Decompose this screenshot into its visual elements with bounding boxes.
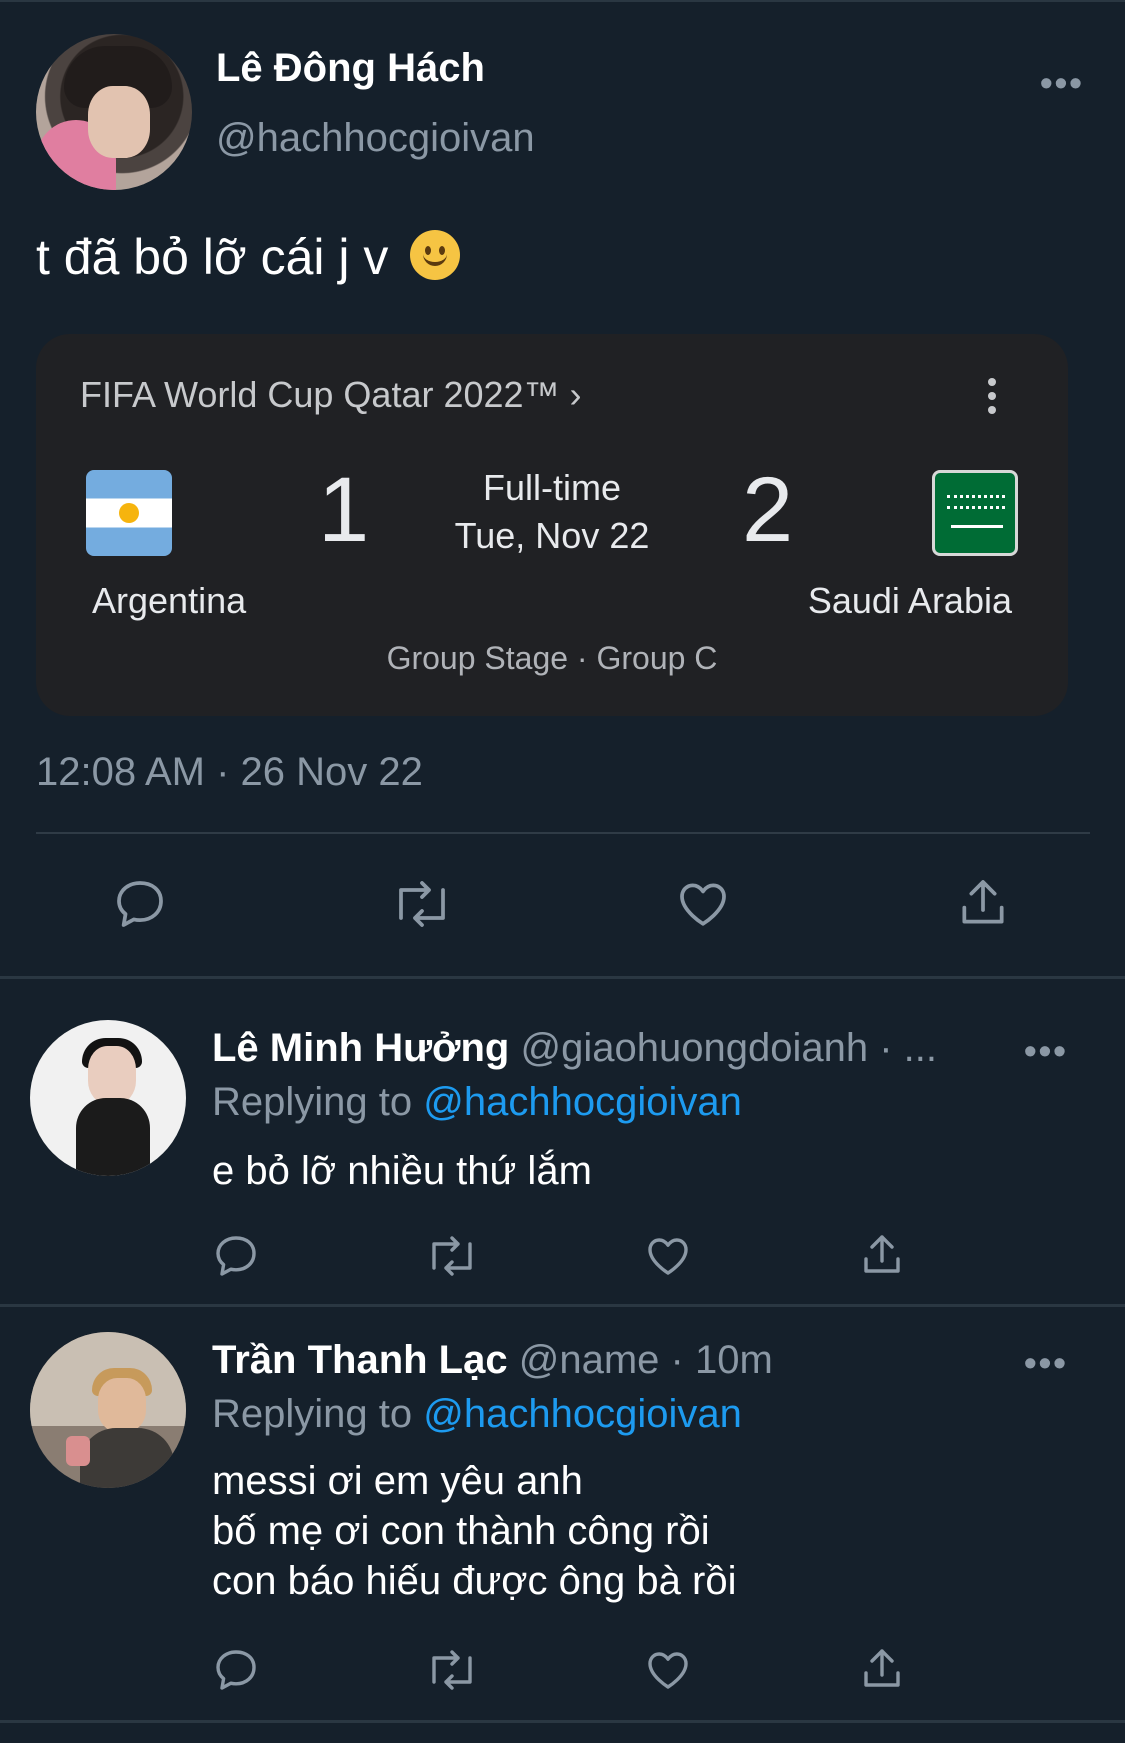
share-icon[interactable] xyxy=(858,1644,906,1694)
reply-meta: @name · 10m xyxy=(518,1338,773,1382)
more-horizontal-icon[interactable]: ••• xyxy=(1024,1030,1068,1072)
reply-divider xyxy=(0,1720,1125,1723)
match-stage: Group Stage · Group C xyxy=(386,640,718,676)
away-team-name: Saudi Arabia xyxy=(807,580,1012,621)
match-card-title[interactable]: FIFA World Cup Qatar 2022™ › xyxy=(80,374,582,416)
tweet-timestamp[interactable]: 12:08 AM · 26 Nov 22 xyxy=(36,750,423,795)
match-status: Full-time Tue, Nov 22 xyxy=(416,464,688,560)
main-tweet: Lê Đông Hách @hachhocgioivan ••• t đã bỏ… xyxy=(0,0,1125,980)
reply-display-name[interactable]: Lê Minh Hưởng xyxy=(212,1026,509,1070)
reply-icon[interactable] xyxy=(212,1232,260,1280)
reply-divider xyxy=(0,976,1125,979)
saudi-arabia-flag-icon xyxy=(932,470,1018,556)
reply-icon[interactable] xyxy=(212,1646,260,1694)
reply-header: Lê Minh Hưởng @giaohuongdoianh · ... xyxy=(212,1026,937,1071)
home-score: 1 xyxy=(318,459,370,561)
replying-to: Replying to @hachhocgioivan xyxy=(212,1392,742,1437)
reply-display-name[interactable]: Trần Thanh Lạc xyxy=(212,1338,508,1382)
more-horizontal-icon[interactable]: ••• xyxy=(1040,62,1084,104)
more-horizontal-icon[interactable]: ••• xyxy=(1024,1342,1068,1384)
reply-divider xyxy=(0,1304,1125,1307)
replying-to: Replying to @hachhocgioivan xyxy=(212,1080,742,1125)
tweet-text-content: t đã bỏ lỡ cái j v xyxy=(36,229,389,285)
home-team-name: Argentina xyxy=(92,580,247,621)
like-icon[interactable] xyxy=(644,1232,692,1280)
retweet-icon[interactable] xyxy=(424,1232,480,1280)
tweet-text: t đã bỏ lỡ cái j v xyxy=(36,228,461,286)
replying-prefix: Replying to xyxy=(212,1392,424,1436)
share-icon[interactable] xyxy=(858,1230,906,1280)
reply-header: Trần Thanh Lạc @name · 10m xyxy=(212,1338,773,1383)
reply-avatar[interactable] xyxy=(30,1020,186,1176)
away-score: 2 xyxy=(742,459,794,561)
main-handle[interactable]: @hachhocgioivan xyxy=(216,116,535,161)
reply-text: messi ơi em yêu anh bố mẹ ơi con thành c… xyxy=(212,1456,736,1606)
reply-icon[interactable] xyxy=(112,876,168,932)
main-display-name[interactable]: Lê Đông Hách xyxy=(216,46,485,91)
replying-mention[interactable]: @hachhocgioivan xyxy=(423,1080,742,1124)
more-vertical-icon[interactable] xyxy=(988,378,996,414)
like-icon[interactable] xyxy=(674,876,732,932)
reply-text-line: e bỏ lỡ nhiều thứ lắm xyxy=(212,1149,592,1193)
slightly-smiling-face-icon xyxy=(410,230,461,280)
reply-text-line: bố mẹ ơi con thành công rồi xyxy=(212,1509,710,1553)
reply-text: e bỏ lỡ nhiều thứ lắm xyxy=(212,1146,592,1196)
retweet-icon[interactable] xyxy=(424,1646,480,1694)
reply-text-line: messi ơi em yêu anh xyxy=(212,1459,583,1503)
main-avatar[interactable] xyxy=(36,34,192,190)
retweet-icon[interactable] xyxy=(388,876,456,932)
replying-mention[interactable]: @hachhocgioivan xyxy=(423,1392,742,1436)
match-status-text: Full-time xyxy=(482,467,621,508)
reply-avatar[interactable] xyxy=(30,1332,186,1488)
reply-meta: @giaohuongdoianh · ... xyxy=(520,1026,937,1070)
like-icon[interactable] xyxy=(644,1646,692,1694)
share-icon[interactable] xyxy=(955,874,1011,932)
timestamp-divider xyxy=(36,832,1090,834)
reply-text-line: con báo hiếu được ông bà rồi xyxy=(212,1559,737,1603)
match-card[interactable]: FIFA World Cup Qatar 2022™ › Argentina 1… xyxy=(36,334,1068,716)
argentina-flag-icon xyxy=(86,470,172,556)
replying-prefix: Replying to xyxy=(212,1080,424,1124)
match-date: Tue, Nov 22 xyxy=(454,515,650,556)
